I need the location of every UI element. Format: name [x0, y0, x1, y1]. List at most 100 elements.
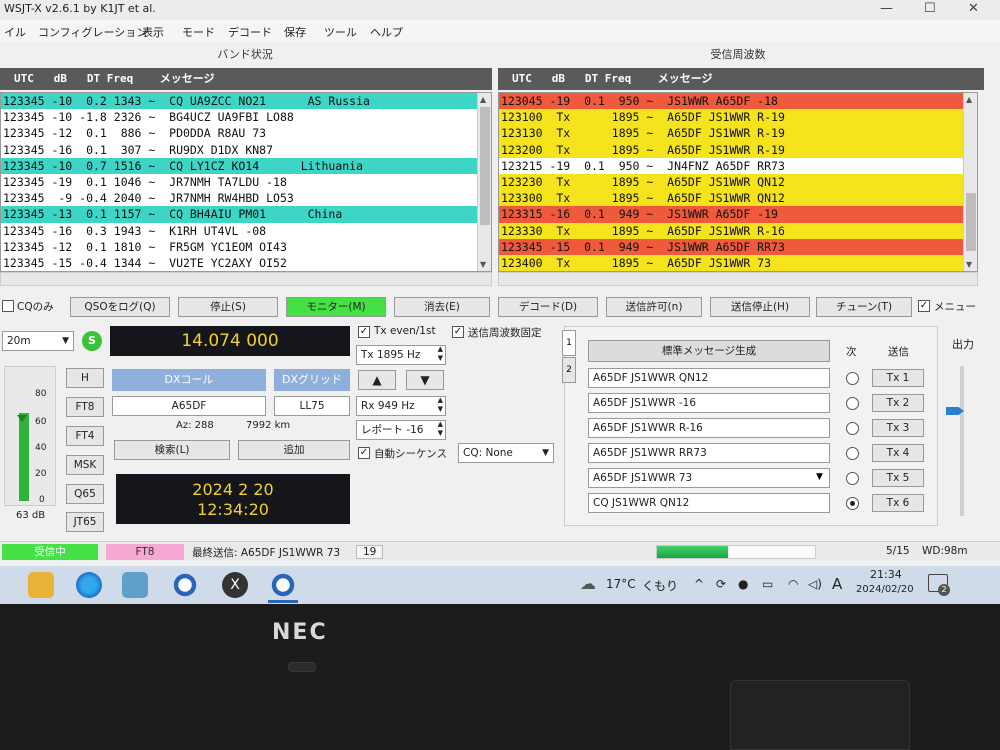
rx-frequency-spinbox[interactable]: Rx 949 Hz ▲ ▼ — [356, 396, 446, 416]
scroll-up-icon[interactable]: ▲ — [966, 95, 972, 104]
hound-button[interactable]: H — [66, 368, 104, 388]
ft4-mode-button[interactable]: FT4 — [66, 426, 104, 446]
next-message-radio[interactable] — [846, 372, 859, 385]
lookup-button[interactable]: 検索(L) — [114, 440, 230, 460]
dx-call-button[interactable]: DXコール — [112, 369, 266, 391]
clock-time[interactable]: 21:34 — [870, 568, 902, 581]
decode-row[interactable]: 123345 -16 0.3 1943 ~ K1RH UT4VL -08 — [1, 222, 491, 239]
tx-frequency-spinbox[interactable]: Tx 1895 Hz ▲ ▼ — [356, 345, 446, 365]
enable-tx-button[interactable]: 送信許可(n) — [606, 297, 702, 317]
menu-mode[interactable]: モード — [182, 24, 215, 40]
decode-row[interactable]: 123200 Tx 1895 ~ A65DF JS1WWR R-19 — [499, 141, 977, 158]
next-message-radio[interactable] — [846, 447, 859, 460]
tx-message-input[interactable]: A65DF JS1WWR R-16 — [588, 418, 830, 438]
wsjtx-app-icon-2[interactable] — [270, 572, 296, 598]
dx-grid-input[interactable]: LL75 — [274, 396, 350, 416]
scroll-thumb[interactable] — [966, 193, 976, 251]
decode-row[interactable]: 123130 Tx 1895 ~ A65DF JS1WWR R-19 — [499, 125, 977, 142]
decode-row[interactable]: 123345 -13 0.1 1157 ~ CQ BH4AIU PM01 Chi… — [1, 206, 491, 223]
store-app-icon[interactable] — [122, 572, 148, 598]
band-activity-scrollbar[interactable]: ▲ ▼ — [477, 93, 491, 271]
decode-row[interactable]: 123345 -16 0.1 307 ~ RU9DX D1DX KN87 — [1, 141, 491, 158]
cq-select[interactable]: CQ: None ▼ — [458, 443, 554, 463]
next-message-radio[interactable] — [846, 497, 859, 510]
dx-call-input[interactable]: A65DF — [112, 396, 266, 416]
rx-frequency-list[interactable]: 123045 -19 0.1 950 ~ JS1WWR A65DF -18 123… — [498, 92, 978, 272]
menu-view[interactable]: 表示 — [142, 24, 164, 40]
scroll-thumb[interactable] — [480, 107, 490, 225]
wsjtx-app-icon[interactable] — [172, 572, 198, 598]
send-message-button[interactable]: Tx 4 — [872, 444, 924, 462]
decode-row[interactable]: 123330 Tx 1895 ~ A65DF JS1WWR R-16 — [499, 222, 977, 239]
weather-desc[interactable]: くもり — [642, 577, 678, 594]
spin-arrows-icon[interactable]: ▲ ▼ — [438, 345, 443, 363]
volume-icon[interactable]: ◁) — [808, 577, 822, 591]
auto-seq-checkbox[interactable]: ✓ — [358, 447, 370, 459]
send-message-button[interactable]: Tx 3 — [872, 419, 924, 437]
ime-indicator[interactable]: A — [832, 575, 842, 593]
decode-row[interactable]: 123345 -15 0.1 949 ~ JS1WWR A65DF RR73 — [499, 238, 977, 255]
message-tab-2[interactable]: 2 — [562, 357, 576, 383]
tx-even-checkbox[interactable]: ✓ — [358, 326, 370, 338]
decode-row[interactable]: 123045 -19 0.1 950 ~ JS1WWR A65DF -18 — [499, 93, 977, 110]
freq-down-button[interactable]: ▼ — [406, 370, 444, 390]
add-button[interactable]: 追加 — [238, 440, 350, 460]
decode-row[interactable]: 123345 -15 -0.4 1344 ~ VU2TE YC2AXY OI52 — [1, 254, 491, 271]
tx-message-input[interactable]: A65DF JS1WWR 73 — [588, 468, 830, 488]
chevron-up-icon[interactable]: ^ — [694, 577, 704, 591]
message-tab-1[interactable]: 1 — [562, 330, 576, 356]
jt65-mode-button[interactable]: JT65 — [66, 512, 104, 532]
band-activity-list[interactable]: 123345 -10 0.2 1343 ~ CQ UA9ZCC NO21 AS … — [0, 92, 492, 272]
scroll-down-icon[interactable]: ▼ — [966, 260, 972, 269]
decode-row[interactable]: 123230 Tx 1895 ~ A65DF JS1WWR QN12 — [499, 173, 977, 191]
monitor-button[interactable]: モニター(M) — [286, 297, 386, 317]
tx-message-input[interactable]: A65DF JS1WWR -16 — [588, 393, 830, 413]
clock-date[interactable]: 2024/02/20 — [856, 584, 914, 595]
decode-row[interactable]: 123400 Tx 1895 ~ A65DF JS1WWR 73 — [499, 254, 977, 271]
tx-message-input[interactable]: A65DF JS1WWR RR73 — [588, 443, 830, 463]
rx-frequency-hscroll[interactable] — [498, 272, 978, 286]
log-qso-button[interactable]: QSOをログ(Q) — [70, 297, 170, 317]
wifi-icon[interactable]: ◠ — [788, 577, 798, 591]
menu-tools[interactable]: ツール — [324, 24, 357, 40]
scroll-down-icon[interactable]: ▼ — [480, 260, 486, 269]
decode-row[interactable]: 123345 -9 -0.4 2040 ~ JR7NMH RW4HBD LO53 — [1, 190, 491, 207]
maximize-button[interactable]: ☐ — [924, 1, 936, 16]
decode-row[interactable]: 123345 -12 0.1 886 ~ PD0DDA R8AU 73 — [1, 125, 491, 142]
x-app-icon[interactable]: X — [222, 572, 248, 598]
minimize-button[interactable]: — — [880, 1, 893, 16]
file-explorer-icon[interactable] — [28, 572, 54, 598]
menu-decode[interactable]: デコード — [228, 24, 272, 40]
menus-checkbox[interactable]: ✓ — [918, 300, 930, 312]
scroll-up-icon[interactable]: ▲ — [480, 95, 486, 104]
spin-arrows-icon[interactable]: ▲ ▼ — [438, 420, 443, 438]
send-message-button[interactable]: Tx 2 — [872, 394, 924, 412]
cq-only-checkbox[interactable] — [2, 300, 14, 312]
decode-button[interactable]: デコード(D) — [498, 297, 598, 317]
menu-file[interactable]: イル — [4, 24, 26, 40]
decode-row[interactable]: 123345 -10 0.7 1516 ~ CQ LY1CZ KO14 Lith… — [1, 157, 491, 174]
menu-help[interactable]: ヘルプ — [370, 24, 403, 40]
generate-std-msgs-button[interactable]: 標準メッセージ生成 — [588, 340, 830, 362]
hold-tx-freq-checkbox[interactable]: ✓ — [452, 326, 464, 338]
tx-message-input[interactable]: A65DF JS1WWR QN12 — [588, 368, 830, 388]
decode-row[interactable]: 123100 Tx 1895 ~ A65DF JS1WWR R-19 — [499, 109, 977, 126]
next-message-radio[interactable] — [846, 422, 859, 435]
band-select[interactable]: 20m ▼ — [2, 331, 74, 351]
send-message-button[interactable]: Tx 6 — [872, 494, 924, 512]
send-message-button[interactable]: Tx 1 — [872, 369, 924, 387]
ft8-mode-button[interactable]: FT8 — [66, 397, 104, 417]
decode-row[interactable]: 123345 -12 0.1 1810 ~ FR5GM YC1EOM OI43 — [1, 238, 491, 255]
msk-mode-button[interactable]: MSK — [66, 455, 104, 475]
q65-mode-button[interactable]: Q65 — [66, 484, 104, 504]
dx-grid-button[interactable]: DXグリッド — [274, 369, 350, 391]
decode-row[interactable]: 123215 -19 0.1 950 ~ JN4FNZ A65DF RR73 — [499, 157, 977, 174]
decode-row[interactable]: 123300 Tx 1895 ~ A65DF JS1WWR QN12 — [499, 190, 977, 207]
tx-message-input[interactable]: CQ JS1WWR QN12 — [588, 493, 830, 513]
power-slider-track[interactable] — [960, 366, 964, 516]
decode-row[interactable]: 123345 -10 -1.8 2326 ~ BG4UCZ UA9FBI LO8… — [1, 109, 491, 126]
band-activity-hscroll[interactable] — [0, 272, 492, 286]
erase-button[interactable]: 消去(E) — [394, 297, 490, 317]
report-spinbox[interactable]: レポート -16 ▲ ▼ — [356, 420, 446, 440]
send-message-button[interactable]: Tx 5 — [872, 469, 924, 487]
